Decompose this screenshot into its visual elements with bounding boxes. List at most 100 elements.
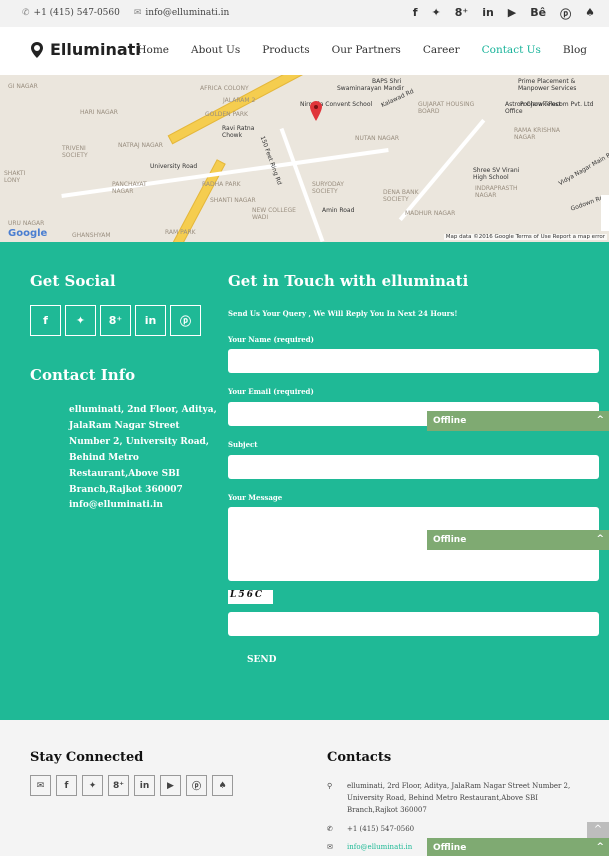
nav-blog[interactable]: Blog [563,44,587,56]
map-label: SURYODAY SOCIETY [312,181,344,195]
map-label: Prime Placement & Manpower Services [518,78,577,92]
name-field[interactable] [228,349,599,373]
map-label: NUTAN NAGAR [355,135,399,142]
map-pin-icon: ⚲ [327,782,333,790]
map-footnote[interactable]: Map data ©2016 Google Terms of Use Repor… [443,234,607,240]
scroll-to-top-button[interactable]: ^ [587,822,609,838]
mail-icon[interactable]: ✉ [30,775,51,796]
pinterest-icon[interactable]: ⓟ [170,305,201,336]
map-label: JALARAM 2 [223,97,256,104]
chat-widget-offline[interactable]: Offline ^ [427,838,609,856]
map-label: AFRICA COLONY [200,85,249,92]
footer: Stay Connected ✉ f ✦ 8⁺ in ▶ ⓟ ♠ Contact… [0,720,609,856]
nav-our-partners[interactable]: Our Partners [332,44,401,56]
logo-text: Elluminati [50,40,141,59]
nav-menu: Home About Us Products Our Partners Care… [137,44,587,56]
map-marker-icon[interactable] [310,101,322,121]
chevron-up-icon[interactable]: ^ [596,415,604,425]
twitter-icon[interactable]: ✦ [432,6,441,22]
map-label: Amin Road [322,207,355,214]
top-email-text: info@elluminati.in [145,8,230,18]
map-label: URU NAGAR [8,220,45,227]
map-label: PANCHAYAT NAGAR [112,181,147,195]
google-plus-icon[interactable]: 8⁺ [100,305,131,336]
top-bar: ✆ +1 (415) 547-0560 ✉ info@elluminati.in f… [0,0,609,27]
pinterest-icon[interactable]: ⓟ [560,6,571,22]
captcha-image: L56C [228,590,273,604]
google-logo: Google [8,228,48,239]
main-nav: Elluminati Home About Us Products Our Pa… [0,27,609,75]
linkedin-icon[interactable]: in [135,305,166,336]
phone-icon: ✆ [22,8,30,18]
map-label: GI NAGAR [8,83,38,90]
skype-icon[interactable]: ♠ [212,775,233,796]
map-label: SHAKTI LONY [4,170,26,184]
top-phone[interactable]: ✆ +1 (415) 547-0560 [22,8,120,18]
facebook-icon[interactable]: f [30,305,61,336]
footer-address-row: ⚲ elluminati, 2rd Floor, Aditya, JalaRam… [327,780,577,816]
subject-field[interactable] [228,455,599,479]
skype-icon[interactable]: ♠ [585,6,595,22]
captcha-field[interactable] [228,612,599,636]
map-label: RADHA PARK [202,181,241,188]
map-label: DENA BANK SOCIETY [383,189,419,203]
chat-widget-offline[interactable]: Offline ^ [427,411,609,431]
form-title: Get in Touch with elluminati [228,272,469,290]
subject-label: Subject [228,440,258,449]
map-label: Shree SV Virani High School [473,167,520,181]
map-label: BAPS Shri [372,78,402,85]
top-email[interactable]: ✉ info@elluminati.in [134,8,229,18]
map-zoom-control[interactable] [601,195,609,231]
chevron-up-icon[interactable]: ^ [596,842,604,852]
pinterest-icon[interactable]: ⓟ [186,775,207,796]
map-label: NATRAJ NAGAR [118,142,163,149]
twitter-icon[interactable]: ✦ [65,305,96,336]
mail-icon: ✉ [327,843,333,851]
map-label: MADHUR NAGAR [405,210,456,217]
nav-home[interactable]: Home [137,44,169,56]
location-pin-icon [31,41,43,58]
map-label: SHANTI NAGAR [210,197,256,204]
youtube-icon[interactable]: ▶ [508,6,516,22]
twitter-icon[interactable]: ✦ [82,775,103,796]
map-label: University Road [150,163,198,170]
map-label: Godown Rd [569,194,605,213]
behance-icon[interactable]: Bê [530,6,546,22]
top-phone-text: +1 (415) 547-0560 [33,8,120,18]
get-social-heading: Get Social [30,272,116,290]
contact-section: Get Social f ✦ 8⁺ in ⓟ Contact Info ellu… [0,242,609,720]
footer-email[interactable]: info@elluminati.in [347,841,412,853]
chevron-up-icon[interactable]: ^ [596,534,604,544]
logo[interactable]: Elluminati [30,40,141,59]
message-label: Your Message [228,493,283,502]
footer-address: elluminati, 2rd Floor, Aditya, JalaRam N… [347,782,571,814]
map-label: RAM PARK [165,229,196,236]
google-map[interactable]: GI NAGAR AFRICA COLONY Swaminarayan Mand… [0,75,609,242]
map-label: Vidya Nagar Main Rd [557,149,609,188]
nav-products[interactable]: Products [262,44,309,56]
top-contact: ✆ +1 (415) 547-0560 ✉ info@elluminati.in [22,8,229,18]
chat-offline-label: Offline [433,416,467,426]
contacts-heading: Contacts [327,750,392,765]
google-plus-icon[interactable]: 8⁺ [108,775,129,796]
send-button[interactable]: SEND [247,655,276,665]
chat-offline-label: Offline [433,535,467,545]
facebook-icon[interactable]: f [413,6,418,22]
facebook-icon[interactable]: f [56,775,77,796]
email-label: Your Email (required) [228,387,314,396]
map-label: Ravi Ratna Chowk [222,125,255,139]
map-label: GUJARAT HOUSING BOARD [418,101,475,115]
nav-contact-us[interactable]: Contact Us [482,44,541,56]
contact-info-heading: Contact Info [30,366,136,384]
footer-email-row: ✉ info@elluminati.in [327,841,412,853]
linkedin-icon[interactable]: in [134,775,155,796]
youtube-icon[interactable]: ▶ [160,775,181,796]
nav-career[interactable]: Career [423,44,460,56]
chat-widget-offline[interactable]: Offline ^ [427,530,609,550]
footer-phone: +1 (415) 547-0560 [347,825,415,833]
linkedin-icon[interactable]: in [482,6,494,22]
contact-email[interactable]: info@elluminati.in [69,500,163,510]
nav-about-us[interactable]: About Us [191,44,240,56]
google-plus-icon[interactable]: 8⁺ [455,6,468,22]
map-label: GHANSHYAM [72,232,111,239]
